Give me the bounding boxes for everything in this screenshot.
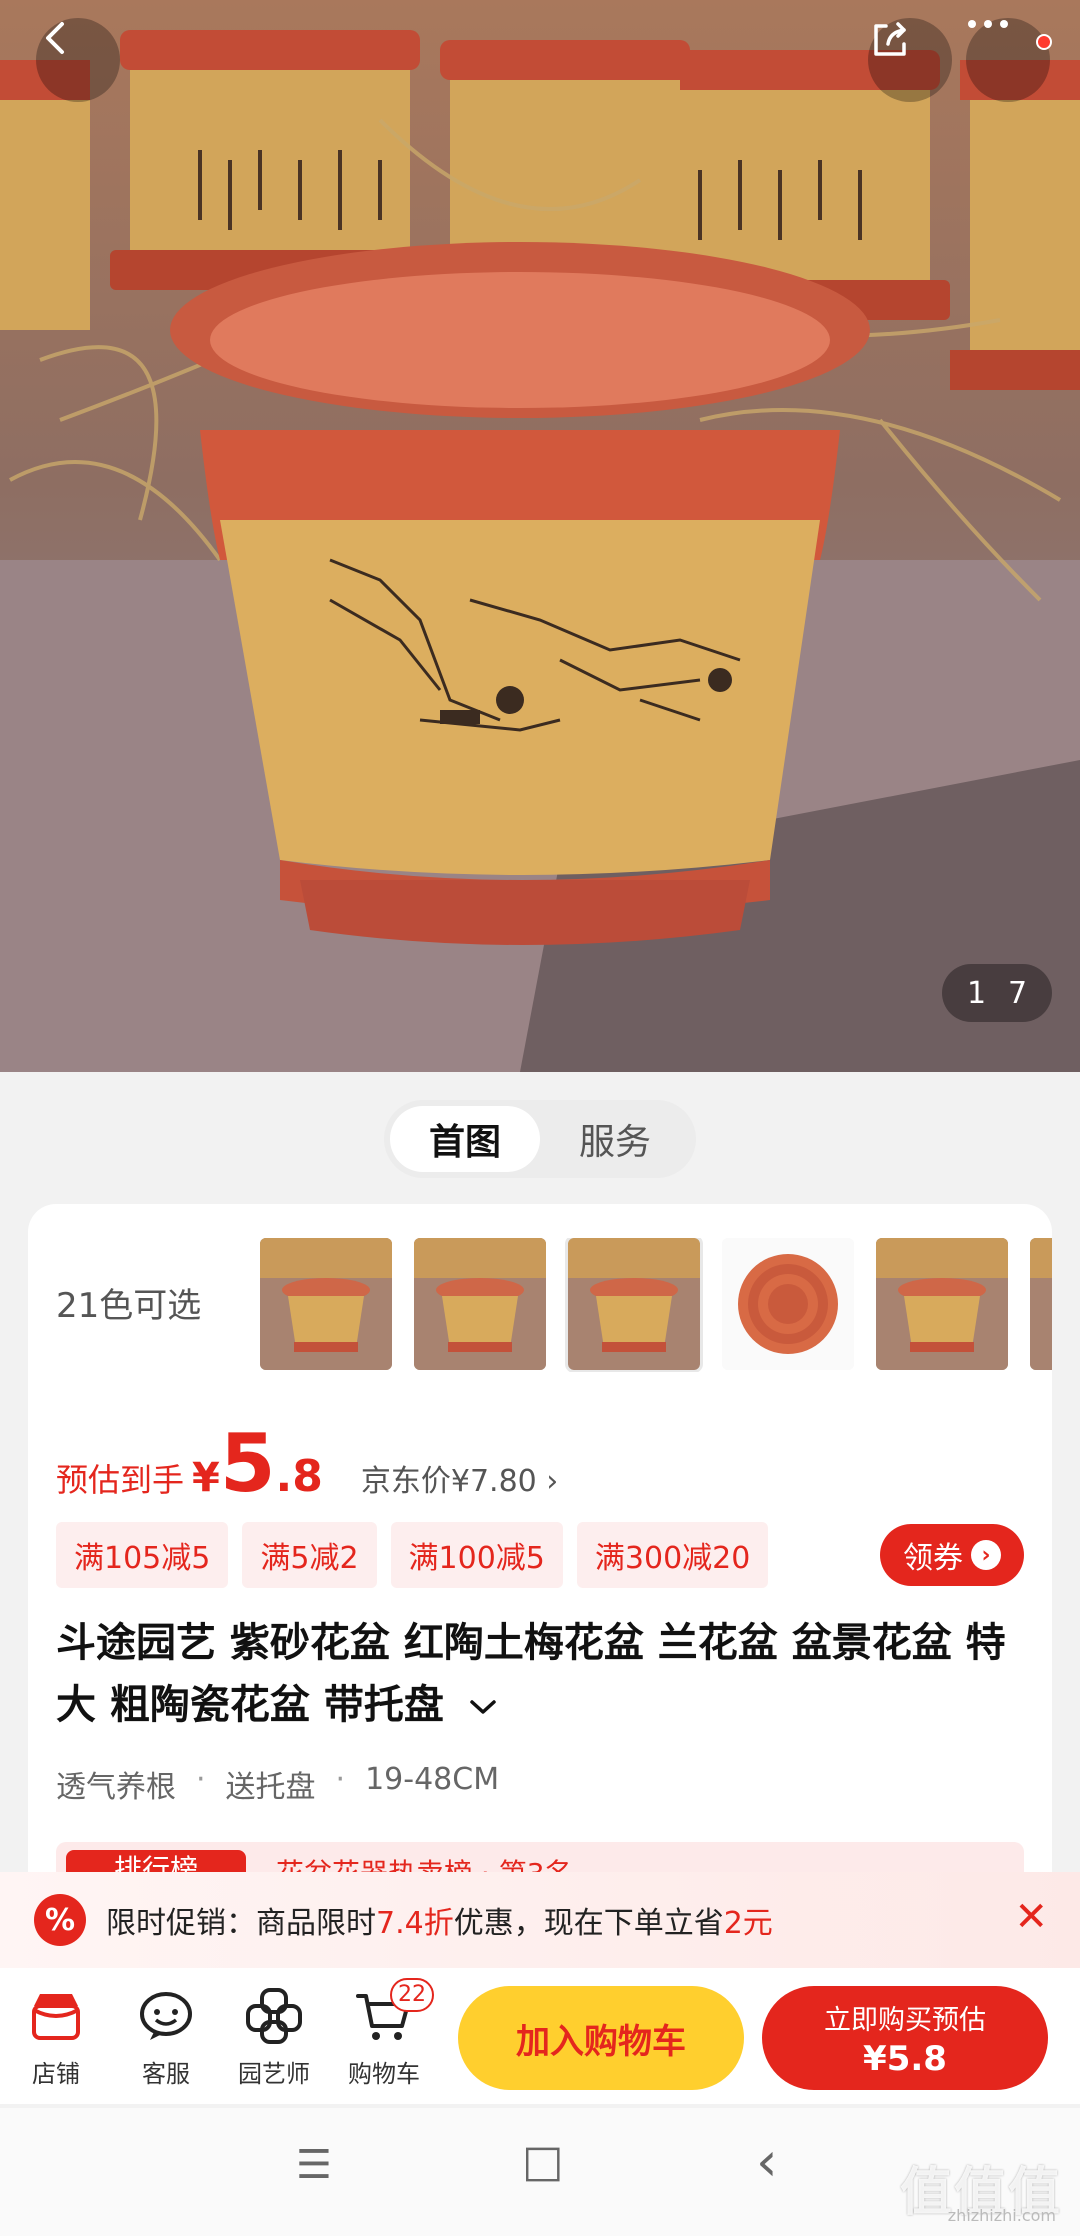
variant-swatch[interactable] (414, 1238, 546, 1370)
product-title-text: 斗途园艺 紫砂花盆 红陶土梅花盆 兰花盆 盆景花盆 特大 粗陶瓷花盆 带托盘 (56, 1620, 1006, 1728)
notification-dot (1036, 34, 1052, 50)
price-integer: 5 (219, 1417, 276, 1510)
pot-thumbnail (1030, 1238, 1052, 1370)
product-tags: 透气养根 · 送托盘 · 19-48CM (56, 1762, 499, 1806)
discount-percent-icon: % (34, 1894, 86, 1946)
product-title[interactable]: 斗途园艺 紫砂花盆 红陶土梅花盆 兰花盆 盆景花盆 特大 粗陶瓷花盆 带托盘 (56, 1612, 1016, 1736)
product-photo (0, 30, 1080, 1072)
coupon-list: 满105减5 满5减2 满100减5 满300减20 (56, 1522, 769, 1588)
coupon-tag[interactable]: 满300减20 (576, 1522, 769, 1588)
buy-now-label: 立即购买预估 (824, 2004, 986, 2036)
add-to-cart-button[interactable]: 加入购物车 (458, 1986, 744, 2090)
promo-text-middle: 优惠，现在下单立省 (453, 1906, 724, 1941)
image-counter-current: 1 (966, 975, 987, 1011)
home-icon[interactable]: □ (522, 2136, 564, 2187)
coupon-tag[interactable]: 满105减5 (56, 1522, 229, 1588)
image-tab-bar: 首图 服务 (384, 1100, 696, 1178)
promo-discount: 7.4折 (376, 1906, 454, 1941)
pot-thumbnail (260, 1238, 392, 1370)
variant-swatch[interactable] (722, 1238, 854, 1370)
tag-separator: · (335, 1762, 346, 1797)
variant-swatch-list[interactable] (260, 1238, 1052, 1372)
price-decimal: .8 (275, 1451, 323, 1502)
product-tag: 透气养根 (56, 1770, 176, 1805)
bottom-item-label: 购物车 (348, 2060, 420, 2088)
promo-saving: 2元 (723, 1906, 773, 1941)
product-image-carousel[interactable]: 1 7 (0, 0, 1080, 1072)
price-row: 预估到手 ¥ 5 .8 京东价¥7.80 › (56, 1424, 558, 1504)
chevron-down-icon[interactable] (466, 1698, 500, 1718)
variant-swatch[interactable] (260, 1238, 392, 1370)
bottom-item-label: 店铺 (32, 2060, 80, 2088)
coupon-tag[interactable]: 满100减5 (390, 1522, 563, 1588)
back-arrow-icon (46, 22, 64, 54)
product-page: 1 7 首图 服务 21色可选 预估到手 ¥ 5 .8 京东价¥7.80 › 满… (0, 0, 1080, 2236)
more-options-button[interactable] (966, 18, 1050, 102)
tab-main-image[interactable]: 首图 (390, 1106, 540, 1172)
tag-separator: · (196, 1762, 206, 1797)
variant-swatch[interactable] (1030, 1238, 1052, 1370)
pot-thumbnail (568, 1238, 700, 1370)
variant-swatch-selected[interactable] (565, 1238, 703, 1372)
promo-text: 限时促销：商品限时7.4折优惠，现在下单立省2元 (106, 1898, 773, 1942)
menu-icon[interactable]: ☰ (296, 2142, 332, 2188)
get-coupon-button[interactable]: 领券 › (880, 1524, 1024, 1586)
store-icon (32, 1994, 80, 2040)
get-coupon-label: 领券 (903, 1541, 963, 1576)
customer-service-icon (140, 1992, 192, 2040)
share-button[interactable] (868, 18, 952, 102)
tab-service[interactable]: 服务 (540, 1106, 690, 1172)
image-counter-total: 7 (1007, 975, 1028, 1011)
promo-banner[interactable]: % 限时促销：商品限时7.4折优惠，现在下单立省2元 ✕ (0, 1872, 1080, 1968)
promo-text-before: 限时促销：商品限时 (106, 1906, 376, 1941)
bottom-item-store[interactable]: 店铺 (6, 1984, 106, 2089)
bottom-item-customer-service[interactable]: 客服 (116, 1984, 216, 2089)
estimated-price-label: 预估到手 (56, 1461, 185, 1499)
variant-swatch[interactable] (876, 1238, 1008, 1370)
coupon-tag[interactable]: 满5减2 (242, 1522, 377, 1588)
pot-thumbnail (876, 1238, 1008, 1370)
buy-now-button[interactable]: 立即购买预估 ¥5.8 (762, 1986, 1048, 2090)
pot-thumbnail (414, 1238, 546, 1370)
close-icon[interactable]: ✕ (1014, 1894, 1048, 1940)
buy-now-price: ¥5.8 (863, 2038, 947, 2079)
price-currency: ¥ (192, 1455, 220, 1501)
product-tag: 19-48CM (365, 1762, 500, 1797)
bottom-item-cart[interactable]: 22 购物车 (334, 1978, 434, 2089)
image-counter: 1 7 (942, 964, 1052, 1022)
variant-count-label[interactable]: 21色可选 (56, 1278, 201, 1327)
bottom-item-label: 园艺师 (238, 2060, 310, 2088)
back-button[interactable] (36, 18, 120, 102)
watermark-site: zhizhizhi.com (947, 2206, 1056, 2225)
jd-price-link[interactable]: 京东价¥7.80 › (361, 1456, 558, 1500)
bottom-item-gardener[interactable]: 园艺师 (224, 1984, 324, 2089)
more-dots-icon (968, 20, 1008, 28)
product-tag: 送托盘 (225, 1770, 316, 1805)
chevron-right-icon: › (971, 1540, 1001, 1570)
gardener-icon (246, 1988, 302, 2044)
cart-count-badge: 22 (390, 1978, 434, 2012)
bottom-item-label: 客服 (142, 2060, 190, 2088)
share-icon (874, 22, 906, 56)
back-nav-icon[interactable]: ‹ (756, 2130, 778, 2193)
tray-thumbnail (722, 1238, 854, 1370)
